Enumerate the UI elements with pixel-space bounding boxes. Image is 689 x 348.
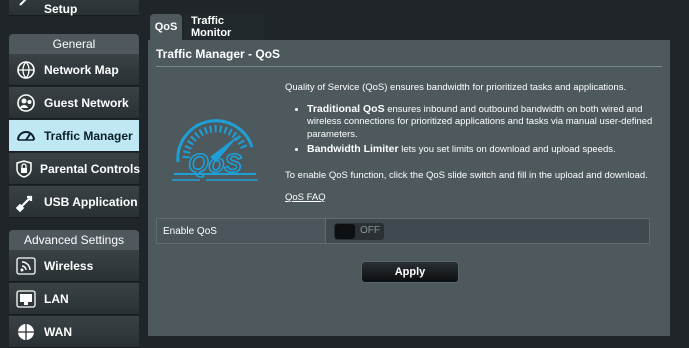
tab-traffic-monitor[interactable]: Traffic Monitor bbox=[184, 14, 264, 40]
guest-network-icon bbox=[14, 91, 38, 115]
sidebar-item-label: Wireless bbox=[44, 258, 94, 273]
general-heading: General bbox=[9, 34, 139, 54]
enable-qos-toggle[interactable]: OFF bbox=[334, 223, 384, 240]
sidebar-item-network-map[interactable]: Network Map bbox=[9, 54, 139, 86]
intro-text: Quality of Service (QoS) ensures bandwid… bbox=[285, 82, 627, 93]
speedometer-icon bbox=[14, 124, 38, 148]
globe-icon bbox=[14, 58, 38, 82]
sidebar-item-label: WAN bbox=[44, 324, 72, 339]
sidebar-item-label: Traffic Manager bbox=[44, 128, 133, 143]
usb-icon bbox=[14, 190, 38, 214]
logo-text: QoS bbox=[188, 148, 242, 178]
apply-button[interactable]: Apply bbox=[361, 261, 459, 283]
sidebar-item-lan[interactable]: LAN bbox=[9, 283, 139, 315]
feature-list: Traditional QoS ensures inbound and outb… bbox=[285, 103, 665, 157]
globe-icon bbox=[14, 320, 38, 344]
sidebar-item-label: Network Map bbox=[44, 62, 119, 77]
qos-logo-icon: QoS bbox=[172, 119, 258, 181]
enable-instructions: To enable QoS function, click the QoS sl… bbox=[285, 170, 648, 181]
setup-icon bbox=[14, 0, 38, 12]
sidebar: Setup General Network Map Guest Network … bbox=[0, 0, 148, 348]
sidebar-item-setup[interactable]: Setup bbox=[9, 0, 139, 16]
tab-qos[interactable]: QoS bbox=[150, 14, 182, 40]
lock-icon bbox=[14, 157, 34, 181]
list-item: Bandwidth Limiter lets you set limits on… bbox=[307, 143, 665, 157]
bullet-text: lets you set limits on download and uplo… bbox=[398, 144, 616, 155]
sidebar-item-traffic-manager[interactable]: Traffic Manager bbox=[9, 120, 139, 152]
monitor-icon bbox=[14, 287, 38, 311]
sidebar-item-label: Setup bbox=[44, 1, 78, 16]
bullet-title: Bandwidth Limiter bbox=[307, 143, 399, 155]
advanced-settings-heading: Advanced Settings bbox=[9, 230, 139, 250]
title-divider bbox=[156, 66, 662, 67]
list-item: Traditional QoS ensures inbound and outb… bbox=[307, 103, 665, 142]
main-panel: Traffic Manager - QoS QoS Quality of Ser… bbox=[148, 40, 670, 336]
sidebar-item-usb-application[interactable]: USB Application bbox=[9, 186, 139, 218]
sidebar-item-guest-network[interactable]: Guest Network bbox=[9, 87, 139, 119]
bullet-title: Traditional QoS bbox=[307, 102, 385, 115]
toggle-knob bbox=[335, 224, 355, 239]
wifi-icon bbox=[14, 254, 38, 278]
enable-qos-row: Enable QoS OFF bbox=[156, 218, 650, 244]
sidebar-item-parental-controls[interactable]: Parental Controls bbox=[9, 153, 141, 185]
qos-faq-link[interactable]: QoS FAQ bbox=[285, 192, 326, 203]
page-title: Traffic Manager - QoS bbox=[156, 47, 281, 61]
sidebar-item-wan[interactable]: WAN bbox=[9, 316, 139, 348]
sidebar-item-wireless[interactable]: Wireless bbox=[9, 250, 139, 282]
enable-qos-cell: OFF bbox=[325, 219, 649, 243]
sidebar-item-label: LAN bbox=[44, 291, 69, 306]
qos-description: Quality of Service (QoS) ensures bandwid… bbox=[285, 82, 665, 159]
enable-qos-label: Enable QoS bbox=[157, 219, 325, 243]
toggle-state: OFF bbox=[360, 225, 380, 236]
sidebar-item-label: Parental Controls bbox=[40, 161, 141, 176]
top-strip bbox=[148, 0, 689, 10]
sidebar-item-label: Guest Network bbox=[44, 95, 129, 110]
sidebar-item-label: USB Application bbox=[44, 194, 138, 209]
